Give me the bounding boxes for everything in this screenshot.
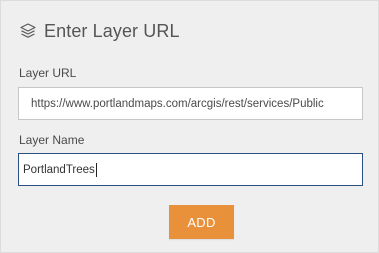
layer-name-value: PortlandTrees [23,163,95,176]
enter-layer-url-panel: Enter Layer URL Layer URL https://www.po… [0,0,379,253]
text-cursor [95,162,97,177]
panel-header: Enter Layer URL [19,21,180,41]
add-button[interactable]: ADD [169,205,234,239]
layer-url-input[interactable]: https://www.portlandmaps.com/arcgis/rest… [18,87,363,120]
panel-title: Enter Layer URL [44,20,180,41]
layer-name-label: Layer Name [19,133,85,147]
layer-url-label: Layer URL [19,66,77,80]
layers-icon [19,22,37,40]
layer-name-input[interactable]: PortlandTrees [18,153,363,186]
layer-url-value: https://www.portlandmaps.com/arcgis/rest… [31,97,324,110]
